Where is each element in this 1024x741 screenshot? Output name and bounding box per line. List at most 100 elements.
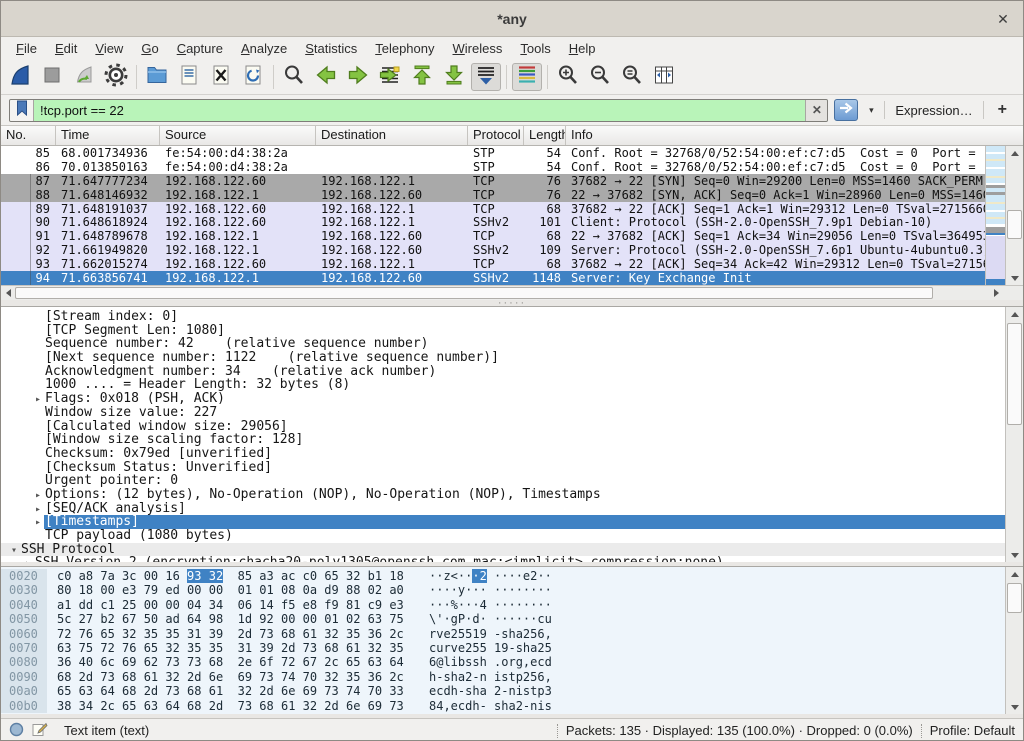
hex-row[interactable]: 00a065 63 64 68 2d 73 68 61 32 2d 6e 69 … xyxy=(1,684,1005,698)
hex-row[interactable]: 008036 40 6c 69 62 73 73 68 2e 6f 72 67 … xyxy=(1,655,1005,669)
detail-line[interactable]: [Calculated window size: 29056] xyxy=(1,420,1005,434)
packet-row[interactable]: 90 71.648618924 192.168.122.60 192.168.1… xyxy=(1,215,985,229)
scrollbar-thumb[interactable] xyxy=(1007,323,1022,425)
hex-row[interactable]: 006072 76 65 32 35 35 31 39 2d 73 68 61 … xyxy=(1,627,1005,641)
scroll-up-arrow-icon[interactable] xyxy=(1006,146,1023,160)
expander-icon[interactable]: ▸ xyxy=(31,489,45,502)
last-packet-button[interactable] xyxy=(439,63,469,91)
find-packet-button[interactable] xyxy=(279,63,309,91)
filter-apply-button[interactable] xyxy=(834,99,858,121)
scroll-up-arrow-icon[interactable] xyxy=(1006,307,1023,321)
packet-row[interactable]: 88 71.648146932 192.168.122.1 192.168.12… xyxy=(1,188,985,202)
detail-line[interactable]: Window size value: 227 xyxy=(1,406,1005,420)
scroll-right-arrow-icon[interactable] xyxy=(989,286,1003,300)
scroll-up-arrow-icon[interactable] xyxy=(1006,567,1023,581)
column-header[interactable]: Time xyxy=(56,126,160,145)
detail-line[interactable]: Urgent pointer: 0 xyxy=(1,474,1005,488)
menu-item[interactable]: Wireless xyxy=(444,39,512,58)
detail-line[interactable]: ▸Flags: 0x018 (PSH, ACK) xyxy=(1,392,1005,406)
detail-line[interactable]: [Window size scaling factor: 128] xyxy=(1,433,1005,447)
capture-comment-icon[interactable] xyxy=(32,722,48,740)
filter-add-button[interactable]: + xyxy=(990,101,1015,119)
close-file-button[interactable] xyxy=(206,63,236,91)
menu-item[interactable]: Tools xyxy=(511,39,559,58)
hex-vscrollbar[interactable] xyxy=(1005,567,1023,714)
zoom-out-button[interactable] xyxy=(585,63,615,91)
expression-button[interactable]: Expression… xyxy=(891,103,976,118)
menu-item[interactable]: View xyxy=(86,39,132,58)
hex-row[interactable]: 0040a1 dd c1 25 00 00 04 34 06 14 f5 e8 … xyxy=(1,598,1005,612)
column-header[interactable]: No. xyxy=(1,126,56,145)
scroll-left-arrow-icon[interactable] xyxy=(1,286,15,300)
packet-row[interactable]: 87 71.647777234 192.168.122.60 192.168.1… xyxy=(1,174,985,188)
detail-line[interactable]: ▸[SEQ/ACK analysis] xyxy=(1,502,1005,516)
menu-item[interactable]: Statistics xyxy=(296,39,366,58)
packet-row[interactable]: 94 71.663856741 192.168.122.1 192.168.12… xyxy=(1,271,985,285)
capture-start-button[interactable] xyxy=(5,63,35,91)
capture-stop-button[interactable] xyxy=(37,63,67,91)
detail-line[interactable]: ▸[Timestamps] xyxy=(1,515,1005,529)
column-header[interactable]: Source xyxy=(160,126,316,145)
detail-line[interactable]: ▾SSH Protocol xyxy=(1,543,1005,557)
hex-row[interactable]: 003080 18 00 e3 79 ed 00 00 01 01 08 0a … xyxy=(1,583,1005,597)
menu-item[interactable]: Analyze xyxy=(232,39,296,58)
column-header[interactable]: Info xyxy=(566,126,1005,145)
scroll-down-arrow-icon[interactable] xyxy=(1006,548,1023,562)
hex-row[interactable]: 00b038 34 2c 65 63 64 68 2d 73 68 61 32 … xyxy=(1,699,1005,713)
packet-row[interactable]: 86 70.013850163 fe:54:00:d4:38:2a STP 54… xyxy=(1,160,985,174)
detail-line[interactable]: ▸Options: (12 bytes), No-Operation (NOP)… xyxy=(1,488,1005,502)
menu-item[interactable]: Go xyxy=(132,39,167,58)
colorize-toggle-button[interactable] xyxy=(512,63,542,91)
scroll-down-arrow-icon[interactable] xyxy=(1006,271,1023,285)
capture-restart-button[interactable] xyxy=(69,63,99,91)
autoscroll-toggle-button[interactable] xyxy=(471,63,501,91)
expander-icon[interactable]: ▸ xyxy=(31,393,45,406)
packet-row[interactable]: 93 71.662015274 192.168.122.60 192.168.1… xyxy=(1,257,985,271)
detail-line[interactable]: TCP payload (1080 bytes) xyxy=(1,529,1005,543)
menu-item[interactable]: Edit xyxy=(46,39,86,58)
open-file-button[interactable] xyxy=(142,63,172,91)
packet-list-hscrollbar[interactable] xyxy=(1,285,1023,300)
hex-row[interactable]: 0020c0 a8 7a 3c 00 16 93 32 85 a3 ac c0 … xyxy=(1,569,1005,583)
scrollbar-thumb[interactable] xyxy=(1007,583,1022,613)
save-file-button[interactable] xyxy=(174,63,204,91)
menu-item[interactable]: File xyxy=(7,39,46,58)
hscrollbar-thumb[interactable] xyxy=(15,287,933,299)
menu-item[interactable]: Help xyxy=(560,39,605,58)
detail-line[interactable]: [Next sequence number: 1122 (relative se… xyxy=(1,351,1005,365)
menu-item[interactable]: Telephony xyxy=(366,39,443,58)
packet-row[interactable]: 89 71.648191037 192.168.122.60 192.168.1… xyxy=(1,202,985,216)
expander-icon[interactable]: ▾ xyxy=(7,544,21,557)
details-vscrollbar[interactable] xyxy=(1005,307,1023,562)
packet-list-vscrollbar[interactable] xyxy=(1005,146,1023,285)
previous-packet-button[interactable] xyxy=(311,63,341,91)
zoom-reset-button[interactable] xyxy=(617,63,647,91)
display-filter-input[interactable] xyxy=(34,100,805,121)
filter-dropdown-button[interactable]: ▾ xyxy=(864,105,878,116)
packet-row[interactable]: 85 68.001734936 fe:54:00:d4:38:2a STP 54… xyxy=(1,146,985,160)
filter-bookmark-button[interactable] xyxy=(10,100,34,121)
hex-row[interactable]: 00505c 27 b2 67 50 ad 64 98 1d 92 00 00 … xyxy=(1,612,1005,626)
detail-line[interactable]: [Checksum Status: Unverified] xyxy=(1,461,1005,475)
hex-row[interactable]: 007063 75 72 76 65 32 35 35 31 39 2d 73 … xyxy=(1,641,1005,655)
status-profile[interactable]: Profile: Default xyxy=(930,723,1015,738)
scrollbar-thumb[interactable] xyxy=(1007,210,1022,239)
column-header[interactable]: Destination xyxy=(316,126,468,145)
intelligent-scrollbar-minimap[interactable] xyxy=(985,146,1005,285)
detail-line[interactable]: [TCP Segment Len: 1080] xyxy=(1,324,1005,338)
hex-dump[interactable]: 0020c0 a8 7a 3c 00 16 93 32 85 a3 ac c0 … xyxy=(1,567,1005,714)
detail-line[interactable]: 1000 .... = Header Length: 32 bytes (8) xyxy=(1,378,1005,392)
detail-line[interactable]: [Stream index: 0] xyxy=(1,310,1005,324)
detail-line[interactable]: Sequence number: 42 (relative sequence n… xyxy=(1,337,1005,351)
column-header[interactable]: Protocol xyxy=(468,126,524,145)
detail-line[interactable]: Checksum: 0x79ed [unverified] xyxy=(1,447,1005,461)
menu-item[interactable]: Capture xyxy=(168,39,232,58)
packet-row[interactable]: 92 71.661949820 192.168.122.1 192.168.12… xyxy=(1,243,985,257)
reload-file-button[interactable] xyxy=(238,63,268,91)
expander-icon[interactable]: ▸ xyxy=(31,503,45,516)
packet-row[interactable]: 91 71.648789678 192.168.122.1 192.168.12… xyxy=(1,229,985,243)
column-header[interactable]: Length xyxy=(524,126,566,145)
filter-clear-button[interactable]: ✕ xyxy=(805,100,827,121)
next-packet-button[interactable] xyxy=(343,63,373,91)
expert-info-icon[interactable] xyxy=(9,722,24,740)
